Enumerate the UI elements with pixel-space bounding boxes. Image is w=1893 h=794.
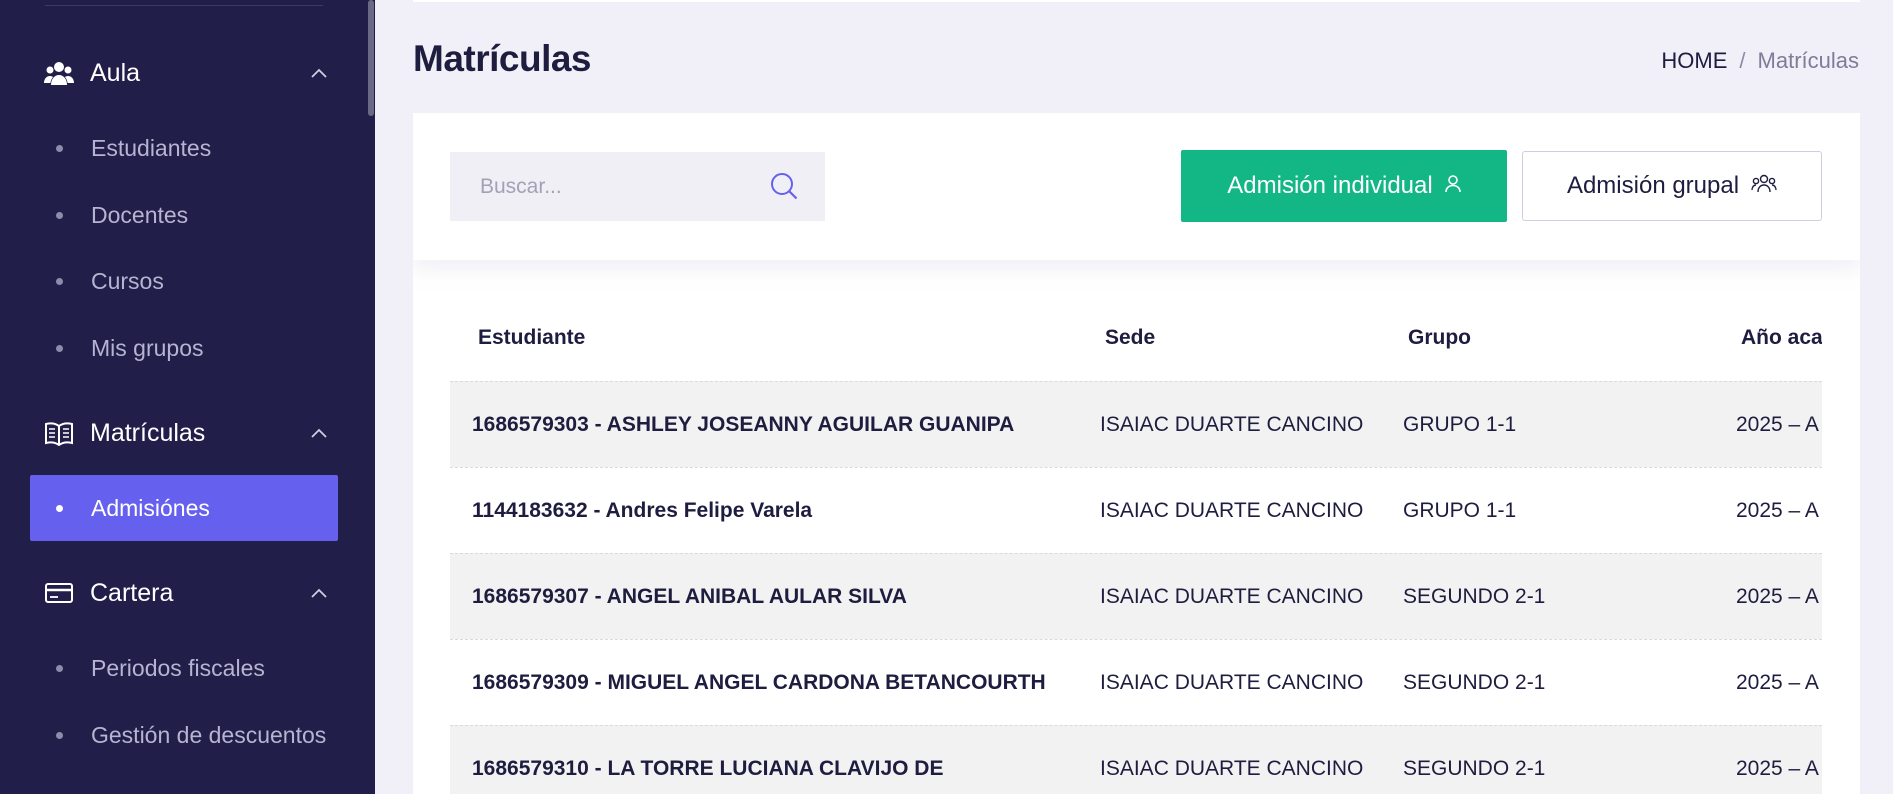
breadcrumb-separator: / bbox=[1739, 48, 1746, 73]
table-header: Estudiante Sede Grupo Año aca bbox=[450, 295, 1822, 381]
group-admission-button[interactable]: Admisión grupal bbox=[1522, 151, 1822, 221]
bullet-icon bbox=[56, 144, 63, 152]
sidebar-item-label: Cursos bbox=[91, 267, 164, 294]
panel-toolbar: Admisión individual Admisión grupal bbox=[413, 113, 1860, 260]
users-group-icon bbox=[1751, 172, 1777, 200]
individual-admission-label: Admisión individual bbox=[1227, 172, 1433, 199]
chevron-up-icon bbox=[308, 588, 330, 598]
table-row[interactable]: 1686579309 - MIGUEL ANGEL CARDONA BETANC… bbox=[450, 639, 1822, 725]
grupo-cell: GRUPO 1-1 bbox=[1403, 498, 1517, 522]
year-cell: 2025 – A bbox=[1736, 412, 1819, 436]
sidebar-item-gestion-descuentos[interactable]: Gestión de descuentos bbox=[30, 702, 338, 768]
grupo-cell: SEGUNDO 2-1 bbox=[1403, 756, 1546, 780]
grupo-cell: SEGUNDO 2-1 bbox=[1403, 670, 1546, 694]
student-cell: 1686579307 - ANGEL ANIBAL AULAR SILVA bbox=[472, 584, 907, 608]
sidebar-section-label: Cartera bbox=[90, 578, 174, 607]
sidebar: Aula Estudiantes Docentes Cursos Mis gru… bbox=[0, 0, 375, 794]
table-row[interactable]: 1686579310 - LA TORRE LUCIANA CLAVIJO DE… bbox=[450, 725, 1822, 794]
breadcrumb: HOME / Matrículas bbox=[1661, 48, 1859, 74]
search-icon[interactable] bbox=[769, 171, 799, 206]
page-title: Matrículas bbox=[413, 38, 592, 79]
sidebar-item-mis-grupos[interactable]: Mis grupos bbox=[30, 315, 338, 381]
admissions-panel: Admisión individual Admisión grupal Estu… bbox=[413, 113, 1860, 794]
sidebar-section-label: Matrículas bbox=[90, 418, 206, 447]
table-row[interactable]: 1686579307 - ANGEL ANIBAL AULAR SILVA IS… bbox=[450, 553, 1822, 639]
sede-cell: ISAIAC DUARTE CANCINO bbox=[1100, 756, 1364, 780]
sidebar-section-aula[interactable]: Aula bbox=[44, 53, 330, 93]
credit-card-icon bbox=[44, 578, 74, 608]
sidebar-item-label: Estudiantes bbox=[91, 134, 212, 161]
sidebar-section-cartera[interactable]: Cartera bbox=[44, 573, 330, 613]
column-header-estudiante[interactable]: Estudiante bbox=[450, 326, 1100, 350]
table-row[interactable]: 1144183632 - Andres Felipe Varela ISAIAC… bbox=[450, 467, 1822, 553]
individual-admission-button[interactable]: Admisión individual bbox=[1181, 150, 1507, 222]
student-cell: 1686579310 - LA TORRE LUCIANA CLAVIJO DE bbox=[472, 756, 944, 780]
admissions-table: Estudiante Sede Grupo Año aca 1686579303… bbox=[450, 295, 1822, 794]
student-cell: 1686579309 - MIGUEL ANGEL CARDONA BETANC… bbox=[472, 670, 1046, 694]
sidebar-item-label: Mis grupos bbox=[91, 334, 204, 361]
breadcrumb-home-link[interactable]: HOME bbox=[1661, 48, 1727, 74]
search-box bbox=[450, 152, 825, 221]
student-cell: 1686579303 - ASHLEY JOSEANNY AGUILAR GUA… bbox=[472, 412, 1015, 436]
open-book-icon bbox=[44, 418, 74, 448]
grupo-cell: SEGUNDO 2-1 bbox=[1403, 584, 1546, 608]
user-icon bbox=[1444, 172, 1461, 200]
breadcrumb-current: Matrículas bbox=[1757, 48, 1859, 73]
bullet-icon bbox=[56, 664, 63, 672]
sidebar-item-label: Gestión de descuentos bbox=[91, 721, 327, 748]
column-header-sede[interactable]: Sede bbox=[1100, 326, 1403, 350]
bullet-icon bbox=[56, 211, 63, 219]
top-card-edge bbox=[413, 0, 1860, 2]
sidebar-item-estudiantes[interactable]: Estudiantes bbox=[30, 115, 338, 181]
table-row[interactable]: 1686579303 - ASHLEY JOSEANNY AGUILAR GUA… bbox=[450, 381, 1822, 467]
year-cell: 2025 – A bbox=[1736, 756, 1819, 780]
sidebar-item-periodos-fiscales[interactable]: Periodos fiscales bbox=[30, 635, 338, 701]
sede-cell: ISAIAC DUARTE CANCINO bbox=[1100, 498, 1364, 522]
student-cell: 1144183632 - Andres Felipe Varela bbox=[472, 498, 813, 522]
chevron-up-icon bbox=[308, 428, 330, 438]
sidebar-item-docentes[interactable]: Docentes bbox=[30, 182, 338, 248]
year-cell: 2025 – A bbox=[1736, 584, 1819, 608]
column-header-grupo[interactable]: Grupo bbox=[1403, 326, 1736, 350]
group-admission-label: Admisión grupal bbox=[1566, 172, 1740, 199]
sede-cell: ISAIAC DUARTE CANCINO bbox=[1100, 584, 1364, 608]
sede-cell: ISAIAC DUARTE CANCINO bbox=[1100, 670, 1364, 694]
chevron-up-icon bbox=[308, 68, 330, 78]
year-cell: 2025 – A bbox=[1736, 498, 1819, 522]
sidebar-item-label: Admisiónes bbox=[91, 494, 210, 521]
sidebar-item-label: Docentes bbox=[91, 201, 189, 228]
bullet-icon bbox=[56, 504, 63, 512]
year-cell: 2025 – A bbox=[1736, 670, 1819, 694]
sidebar-item-label: Periodos fiscales bbox=[91, 654, 265, 681]
sidebar-item-admisiones[interactable]: Admisiónes bbox=[30, 475, 338, 541]
bullet-icon bbox=[56, 344, 63, 352]
column-header-ano-academico[interactable]: Año aca bbox=[1736, 326, 1822, 350]
sidebar-scrollbar[interactable] bbox=[368, 0, 374, 116]
sidebar-section-matriculas[interactable]: Matrículas bbox=[44, 413, 330, 453]
bullet-icon bbox=[56, 277, 63, 285]
bullet-icon bbox=[56, 731, 63, 739]
sede-cell: ISAIAC DUARTE CANCINO bbox=[1100, 412, 1364, 436]
sidebar-item-cursos[interactable]: Cursos bbox=[30, 248, 338, 314]
users-group-icon bbox=[44, 58, 74, 88]
grupo-cell: GRUPO 1-1 bbox=[1403, 412, 1517, 436]
sidebar-section-label: Aula bbox=[90, 58, 141, 87]
search-input[interactable] bbox=[480, 174, 750, 199]
sidebar-divider bbox=[45, 5, 323, 6]
